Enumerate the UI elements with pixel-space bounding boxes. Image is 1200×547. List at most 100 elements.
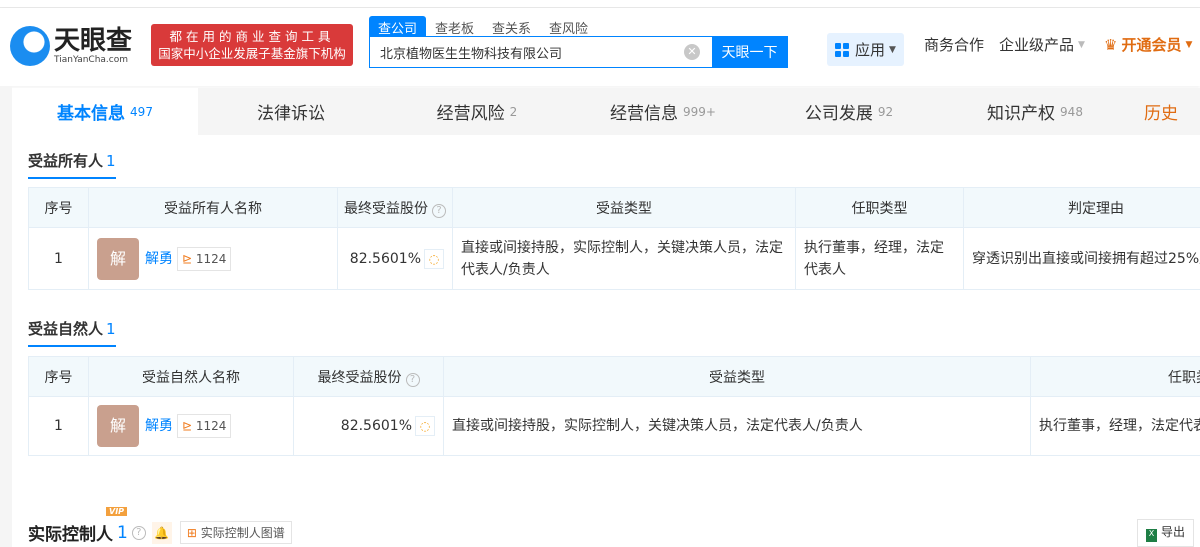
app-menu[interactable]: 应用 ▼ bbox=[827, 33, 904, 66]
enterprise-label: 企业级产品 bbox=[999, 36, 1075, 54]
promo-line1: 都在用的商业查询工具 bbox=[169, 29, 335, 44]
tab-risk[interactable]: 经营风险 2 bbox=[384, 88, 570, 135]
help-icon[interactable]: ? bbox=[405, 372, 420, 387]
logo[interactable]: 天眼查 TianYanCha.com bbox=[10, 26, 132, 66]
naturals-title: 受益自然人 1 bbox=[28, 318, 116, 347]
promo-line2: 国家中小企业发展子基金旗下机构 bbox=[158, 46, 346, 61]
logo-text: 天眼查 bbox=[54, 26, 133, 56]
section-tabs: 基本信息 497 法律诉讼 经营风险 2 经营信息 999+ 公司发展 92 知识产权 9… bbox=[12, 88, 1200, 135]
app-label: 应用 bbox=[855, 41, 886, 59]
header: 天眼查 TianYanCha.com 都在用的商业查询工具 国家中小企业发展子基金旗… bbox=[0, 8, 1200, 86]
col-header: 判定理由 bbox=[963, 187, 1200, 228]
row-index: 1 bbox=[28, 396, 89, 456]
business-link[interactable]: 商务合作 bbox=[924, 34, 984, 55]
section-count: 1 bbox=[106, 152, 116, 170]
person-link[interactable]: 解勇 bbox=[145, 418, 173, 434]
tab-count: 497 bbox=[130, 104, 153, 119]
section-title-text: 受益自然人 bbox=[28, 320, 104, 338]
table-row: 1 解解勇 ⊵ 1124 82.5601% ◌ 直接或间接持股，实际控制人，关键决策… bbox=[28, 227, 1200, 290]
col-header: 受益类型 bbox=[443, 356, 1031, 397]
tab-history[interactable]: 历史 bbox=[1128, 88, 1200, 135]
avatar: 解 bbox=[97, 405, 139, 447]
tab-label: 基本信息 bbox=[57, 104, 126, 124]
tag-count: 1124 bbox=[195, 419, 227, 433]
search-tabs: 查公司 查老板 查关系 查风险 bbox=[369, 16, 597, 38]
col-header: 最终受益股份? bbox=[337, 187, 453, 228]
table-row: 1 解解勇 ⊵ 1124 82.5601% ◌ 直接或间接持股，实际控制人，关键决策… bbox=[28, 396, 1200, 456]
tab-legal[interactable]: 法律诉讼 bbox=[198, 88, 384, 135]
col-header: 序号 bbox=[28, 187, 89, 228]
vip-label: 开通会员 bbox=[1121, 36, 1182, 54]
clear-icon[interactable]: ✕ bbox=[684, 44, 700, 60]
export-button[interactable]: X 导出 bbox=[1137, 519, 1195, 547]
search-button[interactable]: 天眼一下 bbox=[712, 37, 787, 67]
row-index: 1 bbox=[28, 227, 89, 290]
bell-icon[interactable]: 🔔 bbox=[151, 521, 172, 544]
promo-banner[interactable]: 都在用的商业查询工具 国家中小企业发展子基金旗下机构 bbox=[151, 24, 353, 66]
col-header: 任职类型 bbox=[1030, 356, 1200, 397]
section-count: 1 bbox=[106, 320, 116, 338]
section-count: 1 bbox=[117, 522, 128, 543]
crown-icon: ♛ bbox=[1104, 35, 1118, 54]
help-icon[interactable]: ? bbox=[432, 203, 446, 218]
tab-count: 999+ bbox=[683, 104, 716, 119]
position-type: 执行董事，经理，法定代表人 bbox=[795, 227, 964, 290]
tab-label: 历史 bbox=[1144, 104, 1178, 124]
share-percent: 82.5601% bbox=[349, 250, 421, 267]
logo-icon bbox=[10, 26, 50, 66]
col-header-text: 最终受益股份 bbox=[344, 200, 428, 217]
col-header: 受益所有人名称 bbox=[88, 187, 338, 228]
tab-label: 法律诉讼 bbox=[257, 104, 325, 124]
excel-icon: X bbox=[1146, 529, 1157, 542]
benefit-type: 直接或间接持股，实际控制人，关键决策人员，法定代表人/负责人 bbox=[443, 396, 1031, 456]
col-header: 受益自然人名称 bbox=[88, 356, 294, 397]
tab-count: 948 bbox=[1060, 104, 1083, 119]
col-header: 任职类型 bbox=[795, 187, 964, 228]
left-gutter bbox=[0, 86, 12, 547]
company-icon: ⊵ bbox=[182, 419, 193, 433]
col-header: 最终受益股份? bbox=[293, 356, 444, 397]
tab-operation[interactable]: 经营信息 999+ bbox=[570, 88, 756, 135]
search-tab-company[interactable]: 查公司 bbox=[369, 16, 427, 38]
export-label: 导出 bbox=[1161, 525, 1186, 539]
tab-count: 2 bbox=[509, 104, 518, 119]
owners-title: 受益所有人 1 bbox=[28, 150, 116, 179]
tab-label: 知识产权 bbox=[987, 104, 1056, 124]
graph-button-label: 实际控制人图谱 bbox=[200, 526, 285, 540]
person-company-tag[interactable]: ⊵ 1124 bbox=[177, 414, 232, 438]
section-title-text: 受益所有人 bbox=[28, 152, 104, 170]
caret-down-icon: ▼ bbox=[1078, 39, 1085, 50]
reason: 穿透识别出直接或间接拥有超过25%股权或者表决权的自然人 bbox=[963, 227, 1200, 290]
search-tab-relation[interactable]: 查关系 bbox=[483, 16, 540, 38]
person-link[interactable]: 解勇 bbox=[145, 251, 173, 267]
search-input[interactable] bbox=[370, 37, 684, 67]
search-tab-boss[interactable]: 查老板 bbox=[426, 16, 483, 38]
share-percent: 82.5601% bbox=[340, 418, 412, 434]
equity-chart-icon[interactable]: ◌ bbox=[424, 248, 444, 269]
col-header: 序号 bbox=[28, 356, 89, 397]
owners-table: 序号 受益所有人名称 最终受益股份? 受益类型 任职类型 判定理由 1 解解勇 ⊵… bbox=[28, 187, 1200, 290]
search-tab-risk[interactable]: 查风险 bbox=[540, 16, 597, 38]
help-icon[interactable]: ? bbox=[131, 525, 146, 540]
tab-basic-info[interactable]: 基本信息 497 bbox=[12, 88, 198, 135]
tab-count: 92 bbox=[877, 104, 894, 119]
company-icon: ⊵ bbox=[182, 251, 193, 266]
caret-down-icon: ▼ bbox=[1185, 39, 1193, 50]
vip-menu[interactable]: ♛ 开通会员 ▼ bbox=[1104, 34, 1192, 55]
vip-badge: VIP bbox=[106, 507, 128, 516]
tab-label: 经营信息 bbox=[610, 104, 679, 124]
enterprise-menu[interactable]: 企业级产品 ▼ bbox=[999, 34, 1085, 55]
tab-development[interactable]: 公司发展 92 bbox=[756, 88, 942, 135]
graph-icon: ⊞ bbox=[186, 526, 197, 540]
naturals-table: 序号 受益自然人名称 最终受益股份? 受益类型 任职类型 1 解解勇⊵ 1124… bbox=[28, 356, 1200, 456]
equity-chart-icon[interactable]: ◌ bbox=[415, 416, 435, 436]
person-company-tag[interactable]: ⊵ 1124 bbox=[177, 246, 232, 271]
tag-count: 1124 bbox=[195, 251, 227, 266]
col-header: 受益类型 bbox=[452, 187, 796, 228]
controller-graph-button[interactable]: ⊞ 实际控制人图谱 bbox=[179, 521, 292, 544]
tab-label: 经营风险 bbox=[436, 104, 505, 124]
search-box: ✕ 天眼一下 bbox=[369, 36, 788, 68]
tab-ip[interactable]: 知识产权 948 bbox=[942, 88, 1128, 135]
caret-down-icon: ▼ bbox=[889, 44, 896, 55]
col-header-text: 最终受益股份 bbox=[317, 369, 402, 386]
